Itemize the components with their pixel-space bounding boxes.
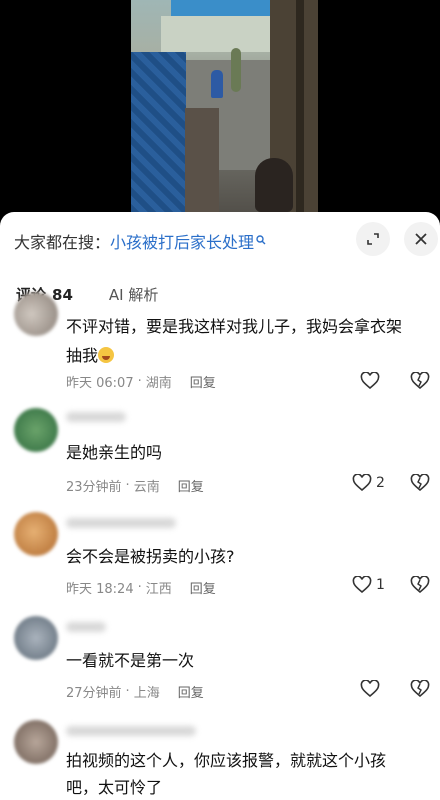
comment-location: 江西: [145, 582, 172, 597]
comment-text: 一看就不是第一次: [66, 651, 195, 670]
comment-item: 不评对错，要是我这样对我儿子，我妈会拿衣架 抽我 昨天 06:07 · 湖南 回复: [0, 292, 440, 400]
comment-text: 会不会是被拐卖的小孩?: [66, 547, 235, 566]
avatar[interactable]: [14, 408, 58, 452]
heart-icon: [360, 372, 380, 390]
heart-icon: [352, 474, 372, 492]
video-adult: [231, 48, 241, 92]
blurred-username: [66, 622, 106, 632]
comment-location: 上海: [133, 686, 160, 701]
video-child: [211, 70, 223, 98]
video-player[interactable]: [0, 0, 440, 212]
comment-text: 是她亲生的吗: [66, 443, 163, 462]
avatar[interactable]: [14, 292, 58, 336]
comment-location: 湖南: [145, 376, 172, 391]
comment-item: 会不会是被拐卖的小孩? 昨天 18:24 · 江西 回复 1: [0, 512, 440, 612]
avatar[interactable]: [14, 512, 58, 556]
broken-heart-icon[interactable]: [410, 474, 430, 492]
broken-heart-icon[interactable]: [410, 372, 430, 390]
comment-time: 昨天 06:07: [66, 376, 134, 391]
heart-icon: [352, 576, 372, 594]
video-blue-panel: [131, 52, 186, 212]
blurred-username: [66, 726, 196, 736]
like-button[interactable]: [360, 680, 384, 698]
reply-button[interactable]: 回复: [190, 372, 216, 391]
blurred-username: [66, 518, 176, 528]
comment-item: 是她亲生的吗 23分钟前 · 云南 回复 2: [0, 408, 440, 508]
broken-heart-icon[interactable]: [410, 576, 430, 594]
comment-text-line: 不评对错，要是我这样对我儿子，我妈会拿衣架: [66, 317, 403, 336]
reply-button[interactable]: 回复: [178, 682, 204, 701]
avatar[interactable]: [14, 720, 58, 764]
expand-icon[interactable]: [356, 222, 390, 256]
like-button[interactable]: 1: [352, 576, 385, 594]
comment-item: 拍视频的这个人，你应该报警，就就这个小孩 吧，太可怜了: [0, 720, 440, 800]
comment-text-line: 拍视频的这个人，你应该报警，就就这个小孩: [66, 751, 387, 770]
close-icon[interactable]: [404, 222, 438, 256]
blurred-username: [66, 412, 126, 422]
comment-time: 23分钟前: [66, 480, 122, 495]
trending-search[interactable]: 大家都在搜： 小孩被打后家长处理: [14, 228, 266, 254]
comment-meta: 昨天 18:24 · 江西 回复: [66, 578, 216, 597]
comment-location: 云南: [133, 480, 160, 495]
like-button[interactable]: 2: [352, 474, 385, 492]
comment-sheet: 大家都在搜： 小孩被打后家长处理 评论84 AI 解析 不评对错，要是我这样对我…: [0, 212, 440, 800]
comment-meta: 昨天 06:07 · 湖南 回复: [66, 372, 216, 391]
comment-meta: 23分钟前 · 云南 回复: [66, 476, 204, 495]
like-button[interactable]: [360, 372, 384, 390]
comment-text-line: 吧，太可怜了: [66, 778, 163, 797]
trending-search-query[interactable]: 小孩被打后家长处理: [110, 229, 254, 253]
crying-laugh-emoji: [98, 347, 115, 363]
reply-button[interactable]: 回复: [190, 578, 216, 597]
video-sandal: [255, 158, 293, 212]
video-door-edge: [296, 0, 304, 212]
video-frame[interactable]: [131, 0, 318, 212]
heart-icon: [360, 680, 380, 698]
reply-button[interactable]: 回复: [178, 476, 204, 495]
search-icon[interactable]: [256, 234, 266, 248]
broken-heart-icon[interactable]: [410, 680, 430, 698]
comment-text: 不评对错，要是我这样对我儿子，我妈会拿衣架 抽我: [66, 314, 426, 368]
avatar[interactable]: [14, 616, 58, 660]
comment-meta: 27分钟前 · 上海 回复: [66, 682, 204, 701]
video-stool: [185, 108, 219, 212]
comment-time: 昨天 18:24: [66, 582, 134, 597]
comment-text: 拍视频的这个人，你应该报警，就就这个小孩 吧，太可怜了: [66, 748, 426, 800]
comment-text-line: 抽我: [66, 346, 99, 365]
comment-time: 27分钟前: [66, 686, 122, 701]
comment-item: 一看就不是第一次 27分钟前 · 上海 回复: [0, 616, 440, 716]
trending-search-prefix: 大家都在搜：: [14, 233, 111, 252]
like-count: 1: [376, 577, 385, 593]
like-count: 2: [376, 475, 385, 491]
